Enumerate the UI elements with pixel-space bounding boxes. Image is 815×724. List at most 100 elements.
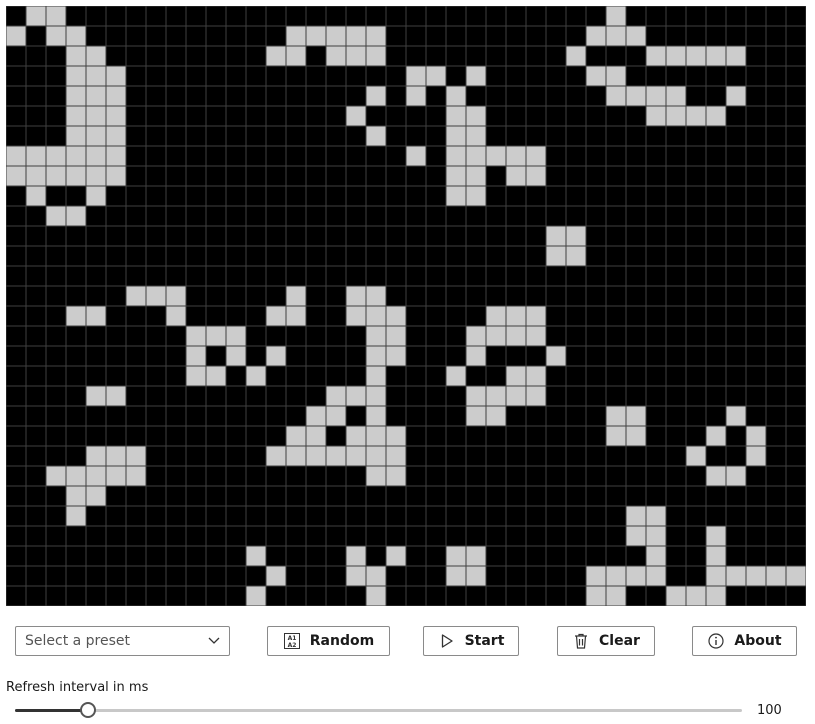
live-cell[interactable] <box>366 586 386 606</box>
live-cell[interactable] <box>66 86 86 106</box>
live-cell[interactable] <box>486 386 506 406</box>
live-cell[interactable] <box>406 86 426 106</box>
preset-select[interactable]: Select a preset <box>15 626 230 656</box>
live-cell[interactable] <box>466 186 486 206</box>
live-cell[interactable] <box>466 566 486 586</box>
live-cell[interactable] <box>286 286 306 306</box>
live-cell[interactable] <box>386 466 406 486</box>
live-cell[interactable] <box>366 406 386 426</box>
live-cell[interactable] <box>46 26 66 46</box>
live-cell[interactable] <box>586 66 606 86</box>
live-cell[interactable] <box>686 446 706 466</box>
live-cell[interactable] <box>566 226 586 246</box>
live-cell[interactable] <box>346 106 366 126</box>
live-cell[interactable] <box>386 306 406 326</box>
live-cell[interactable] <box>646 106 666 126</box>
live-cell[interactable] <box>106 66 126 86</box>
live-cell[interactable] <box>446 186 466 206</box>
live-cell[interactable] <box>286 446 306 466</box>
live-cell[interactable] <box>346 46 366 66</box>
live-cell[interactable] <box>486 146 506 166</box>
refresh-interval-slider-thumb[interactable] <box>79 702 96 718</box>
live-cell[interactable] <box>606 26 626 46</box>
live-cell[interactable] <box>726 406 746 426</box>
live-cell[interactable] <box>66 166 86 186</box>
live-cell[interactable] <box>626 506 646 526</box>
live-cell[interactable] <box>466 146 486 166</box>
live-cell[interactable] <box>326 26 346 46</box>
live-cell[interactable] <box>686 106 706 126</box>
live-cell[interactable] <box>86 146 106 166</box>
live-cell[interactable] <box>366 566 386 586</box>
live-cell[interactable] <box>786 566 806 586</box>
live-cell[interactable] <box>386 546 406 566</box>
live-cell[interactable] <box>766 566 786 586</box>
live-cell[interactable] <box>466 546 486 566</box>
live-cell[interactable] <box>626 526 646 546</box>
live-cell[interactable] <box>526 146 546 166</box>
live-cell[interactable] <box>86 486 106 506</box>
live-cell[interactable] <box>746 426 766 446</box>
live-cell[interactable] <box>706 466 726 486</box>
live-cell[interactable] <box>266 446 286 466</box>
live-cell[interactable] <box>466 166 486 186</box>
live-cell[interactable] <box>106 386 126 406</box>
live-cell[interactable] <box>546 246 566 266</box>
about-button[interactable]: About <box>692 626 797 656</box>
live-cell[interactable] <box>326 446 346 466</box>
live-cell[interactable] <box>626 406 646 426</box>
live-cell[interactable] <box>466 106 486 126</box>
live-cell[interactable] <box>606 586 626 606</box>
live-cell[interactable] <box>226 326 246 346</box>
live-cell[interactable] <box>706 106 726 126</box>
live-cell[interactable] <box>606 426 626 446</box>
live-cell[interactable] <box>406 66 426 86</box>
live-cell[interactable] <box>706 586 726 606</box>
live-cell[interactable] <box>266 306 286 326</box>
random-button[interactable]: A1 A2 Random <box>267 626 390 656</box>
live-cell[interactable] <box>266 566 286 586</box>
live-cell[interactable] <box>366 26 386 46</box>
live-cell[interactable] <box>646 526 666 546</box>
live-cell[interactable] <box>726 86 746 106</box>
live-cell[interactable] <box>626 566 646 586</box>
live-cell[interactable] <box>106 146 126 166</box>
live-cell[interactable] <box>26 146 46 166</box>
live-cell[interactable] <box>166 286 186 306</box>
live-cell[interactable] <box>746 566 766 586</box>
live-cell[interactable] <box>346 426 366 446</box>
live-cell[interactable] <box>526 306 546 326</box>
live-cell[interactable] <box>646 86 666 106</box>
live-cell[interactable] <box>466 66 486 86</box>
live-cell[interactable] <box>186 366 206 386</box>
live-cell[interactable] <box>506 386 526 406</box>
live-cell[interactable] <box>326 386 346 406</box>
live-cell[interactable] <box>186 346 206 366</box>
live-cell[interactable] <box>246 546 266 566</box>
live-cell[interactable] <box>526 326 546 346</box>
live-cell[interactable] <box>166 306 186 326</box>
live-cell[interactable] <box>626 86 646 106</box>
live-cell[interactable] <box>606 86 626 106</box>
live-cell[interactable] <box>386 446 406 466</box>
live-cell[interactable] <box>126 286 146 306</box>
live-cell[interactable] <box>526 386 546 406</box>
live-cell[interactable] <box>666 586 686 606</box>
live-cell[interactable] <box>306 406 326 426</box>
live-cell[interactable] <box>106 166 126 186</box>
live-cell[interactable] <box>66 26 86 46</box>
live-cell[interactable] <box>726 466 746 486</box>
live-cell[interactable] <box>66 486 86 506</box>
live-cell[interactable] <box>506 166 526 186</box>
live-cell[interactable] <box>46 146 66 166</box>
live-cell[interactable] <box>346 286 366 306</box>
live-cell[interactable] <box>366 46 386 66</box>
refresh-interval-slider-track[interactable] <box>15 709 742 712</box>
live-cell[interactable] <box>646 546 666 566</box>
live-cell[interactable] <box>706 546 726 566</box>
live-cell[interactable] <box>726 46 746 66</box>
live-cell[interactable] <box>46 166 66 186</box>
live-cell[interactable] <box>106 86 126 106</box>
live-cell[interactable] <box>586 26 606 46</box>
live-cell[interactable] <box>686 46 706 66</box>
